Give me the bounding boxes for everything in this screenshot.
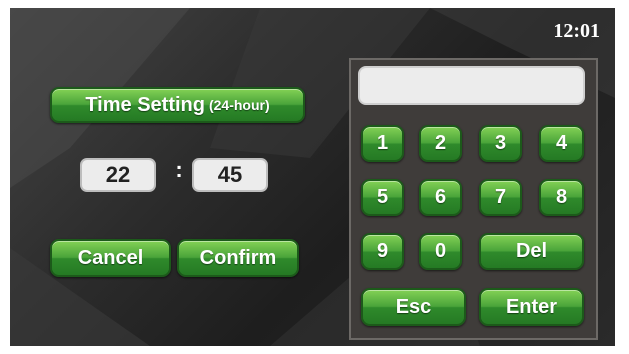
confirm-button[interactable]: Confirm bbox=[177, 239, 299, 277]
title-subtitle: (24-hour) bbox=[208, 97, 270, 113]
enter-button[interactable]: Enter bbox=[479, 288, 584, 326]
cancel-button[interactable]: Cancel bbox=[50, 239, 171, 277]
escape-button[interactable]: Esc bbox=[361, 288, 466, 326]
title-label: Time Setting bbox=[85, 93, 205, 116]
delete-button[interactable]: Del bbox=[479, 233, 584, 270]
hours-field[interactable]: 22 bbox=[80, 158, 156, 192]
key-5[interactable]: 5 bbox=[361, 179, 404, 216]
keypad-display-field[interactable] bbox=[358, 66, 585, 105]
key-6[interactable]: 6 bbox=[419, 179, 462, 216]
minutes-field[interactable]: 45 bbox=[192, 158, 268, 192]
key-9[interactable]: 9 bbox=[361, 233, 404, 270]
clock-display: 12:01 bbox=[553, 20, 600, 42]
key-1[interactable]: 1 bbox=[361, 125, 404, 162]
key-8[interactable]: 8 bbox=[539, 179, 584, 216]
key-3[interactable]: 3 bbox=[479, 125, 522, 162]
key-4[interactable]: 4 bbox=[539, 125, 584, 162]
key-7[interactable]: 7 bbox=[479, 179, 522, 216]
time-separator: : bbox=[175, 157, 183, 182]
device-screen: 12:01 Time Setting (24-hour) 22 : 45 Can… bbox=[10, 8, 615, 346]
time-setting-title: Time Setting (24-hour) bbox=[50, 87, 305, 123]
key-0[interactable]: 0 bbox=[419, 233, 462, 270]
key-2[interactable]: 2 bbox=[419, 125, 462, 162]
